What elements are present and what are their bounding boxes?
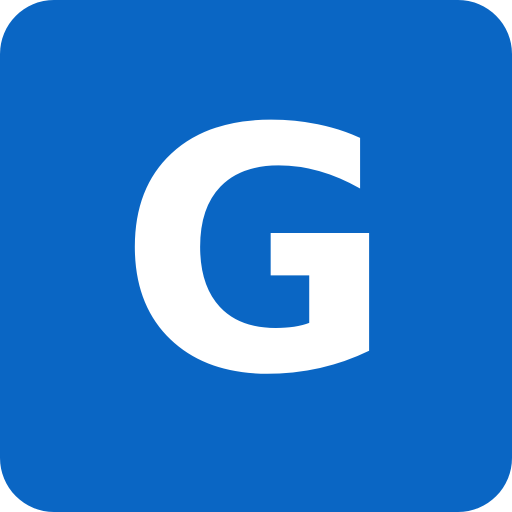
app-icon-letter: G <box>118 58 394 449</box>
app-icon: G <box>0 0 512 512</box>
